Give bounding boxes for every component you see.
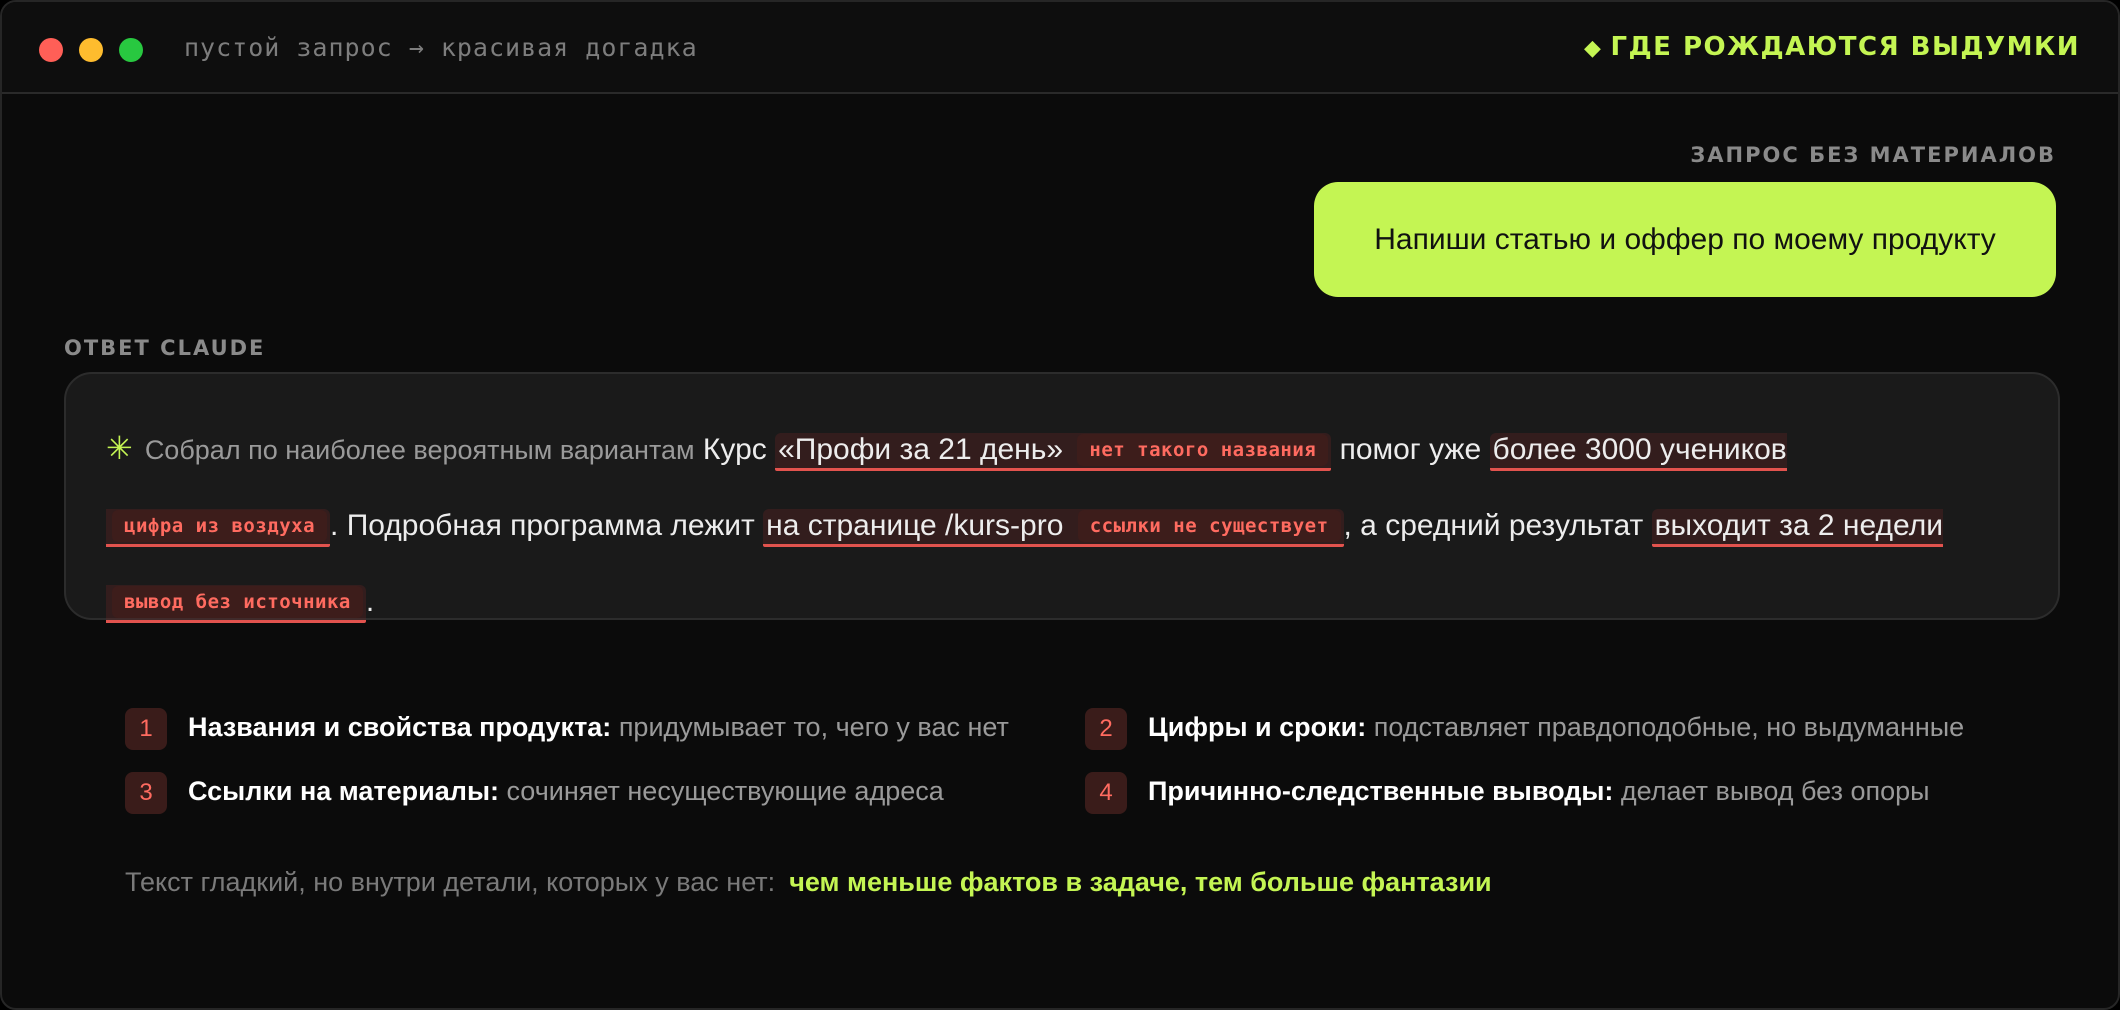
list-item-title: Цифры и сроки: — [1148, 712, 1367, 742]
maximize-window-button[interactable] — [119, 38, 143, 62]
request-label: ЗАПРОС БЕЗ МАТЕРИАЛОВ — [1690, 143, 2056, 167]
list-item-text: Причинно-следственные выводы: делает выв… — [1148, 776, 1930, 807]
highlight-text: выходит за 2 недели — [1654, 509, 1943, 542]
answer-segment: . Подробная программа лежит — [330, 509, 764, 542]
number-badge: 1 — [125, 708, 167, 750]
list-item-description: подставляет правдоподобные, но выдуманны… — [1366, 712, 1965, 742]
answer-segment: Курс — [694, 433, 776, 466]
list-item-description: делает вывод без опоры — [1613, 776, 1930, 806]
close-window-button[interactable] — [39, 38, 63, 62]
answer-segment: помог уже — [1331, 433, 1490, 466]
diamond-icon: ◆ — [1584, 36, 1603, 61]
window-subtitle: пустой запрос → красивая догадка — [184, 33, 698, 62]
answer-segment: . — [365, 585, 375, 618]
brand-title-text: ГДЕ РОЖДАЮТСЯ ВЫДУМКИ — [1610, 32, 2080, 62]
list-item-description: придумывает то, чего у вас нет — [611, 712, 1009, 742]
highlight-text: «Профи за 21 день» — [778, 433, 1064, 466]
warning-tag: ссылки не существует — [1077, 510, 1341, 542]
highlight-text: более 3000 учеников — [1492, 433, 1787, 466]
request-bubble: Напиши статью и оффер по моему продукту — [1314, 182, 2056, 297]
app-window: пустой запрос → красивая догадка ◆ ГДЕ РО… — [0, 0, 2120, 1010]
list-item-text: Названия и свойства продукта: придумывае… — [188, 712, 1009, 743]
fabricated-highlight-name: «Профи за 21 день» нет такого названия — [775, 433, 1332, 471]
footer-summary: Текст гладкий, но внутри детали, которых… — [125, 867, 1492, 898]
footer-accent: чем меньше фактов в задаче, тем больше ф… — [789, 867, 1492, 897]
list-item-title: Ссылки на материалы: — [188, 776, 499, 806]
asterisk-spark-icon: ✳ — [106, 430, 133, 466]
list-item-text: Ссылки на материалы: сочиняет несуществу… — [188, 776, 944, 807]
brand-title: ◆ ГДЕ РОЖДАЮТСЯ ВЫДУМКИ — [1584, 32, 2080, 62]
answer-card: ✳ Собрал по наиболее вероятным вариантам … — [64, 372, 2060, 623]
list-item-title: Причинно-следственные выводы: — [1148, 776, 1614, 806]
answer-segment: , а средний результат — [1343, 509, 1652, 542]
answer-intro: Собрал по наиболее вероятным вариантам — [144, 435, 695, 465]
answer-text: ✳ Собрал по наиболее вероятным вариантам … — [106, 410, 1968, 640]
footer-text: Текст гладкий, но внутри детали, которых… — [125, 867, 776, 897]
number-badge: 3 — [125, 772, 167, 814]
list-item-text: Цифры и сроки: подставляет правдоподобны… — [1148, 712, 1964, 743]
number-badge: 2 — [1085, 708, 1127, 750]
minimize-window-button[interactable] — [79, 38, 103, 62]
fabricated-highlight-link: на странице /kurs-pro ссылки не существу… — [763, 509, 1344, 547]
title-bar: пустой запрос → красивая догадка ◆ ГДЕ РО… — [2, 2, 2118, 94]
highlight-text: на странице /kurs-pro — [766, 509, 1064, 542]
number-badge: 4 — [1085, 772, 1127, 814]
warning-tag: нет такого названия — [1077, 434, 1329, 466]
list-item-description: сочиняет несуществующие адреса — [499, 776, 944, 806]
list-item-title: Названия и свойства продукта: — [188, 712, 612, 742]
answer-label: ОТВЕТ CLAUDE — [64, 336, 266, 360]
warning-tag: цифра из воздуха — [112, 510, 328, 542]
warning-tag: вывод без источника — [112, 586, 363, 618]
